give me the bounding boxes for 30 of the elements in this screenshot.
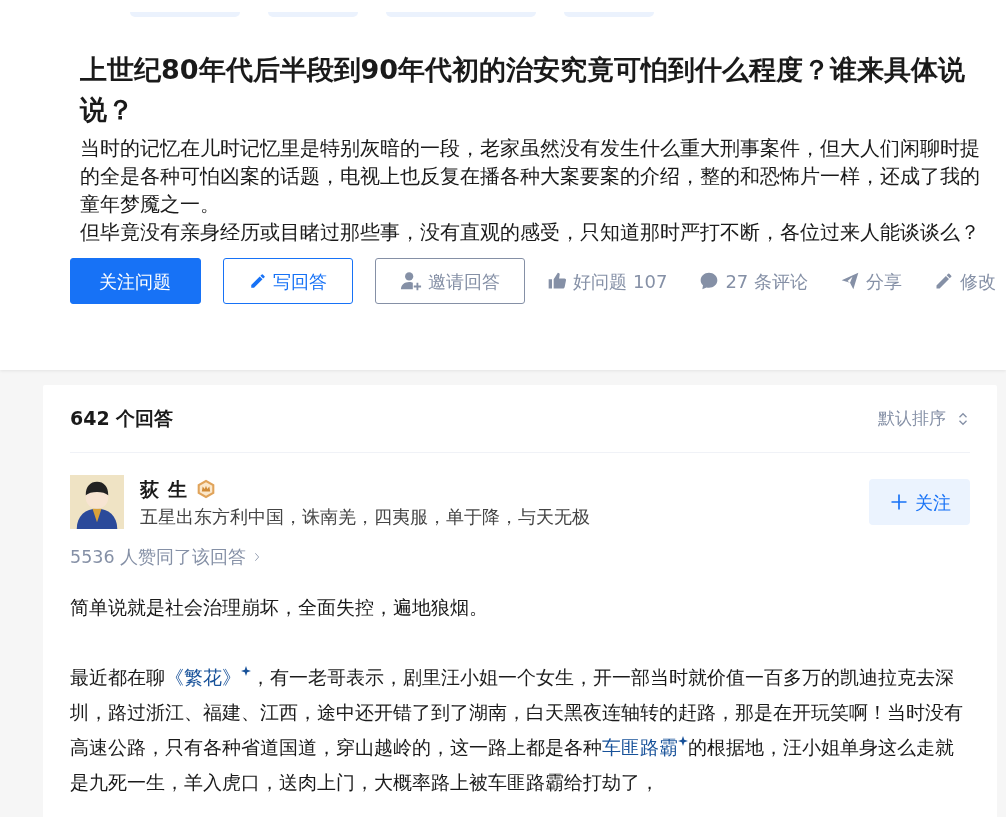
inline-link[interactable]: 《繁花》 [165, 666, 251, 689]
answer-paragraph: 最近都在聊《繁花》 ，有一老哥表示，剧里汪小姐一个女生，开一部当时就价值一百多万的凯迪拉克去深圳，路过浙江、福建、江西，途中还开错了到了湖南，白天黑夜连轴转的赶路，那是在开玩笑啊！当时没有高速公路，只有各种省道国道，穿山越岭的，这一路上都是各种车匪路霸 的根据地，汪小姐单身这么走就是九死一生，羊入虎口，送肉上门，大概率路上被车匪路霸给打劫了， [70, 665, 964, 796]
good-question-button[interactable]: 好问题 107 [547, 267, 668, 295]
upvote-count[interactable]: 5536 人赞同了该回答 [70, 543, 263, 570]
answer-count: 642 个回答 [70, 406, 174, 432]
comments-button[interactable]: 27 条评论 [699, 267, 808, 295]
paper-plane-icon [840, 271, 860, 291]
pencil-icon [934, 271, 954, 291]
pencil-icon [248, 272, 267, 290]
question-title: 上世纪80年代后半段到90年代初的治安究竟可怕到什么程度？谁来具体说说？ [80, 53, 967, 127]
sort-dropdown[interactable]: 默认排序 [878, 405, 970, 432]
follow-button[interactable]: 关注 [869, 479, 970, 526]
question-description: 当时的记忆在儿时记忆里是特别灰暗的一段，老家虽然没有发生什么重大刑事案件，但大人们闲聊时提的全是各种可怕凶案的话题，电视上也反复在播各种大案要案的介绍，整的和恐怖片一样，还成了我的童年梦魇之一。 [80, 135, 981, 218]
sparkle-icon [241, 666, 251, 676]
badge-icon [195, 479, 216, 500]
avatar-drawing [70, 475, 124, 530]
answer-paragraph: 简单说就是社会治理崩坏，全面失控，遍地狼烟。 [70, 595, 489, 621]
sparkle-icon [678, 736, 688, 746]
author-bio: 五星出东方利中国，诛南羌，四夷服，单于降，与天无极 [140, 505, 590, 529]
share-button[interactable]: 分享 [840, 267, 902, 295]
person-add-icon [400, 270, 423, 292]
invite-answer-button[interactable]: 邀请回答 [375, 258, 526, 304]
question-description: 但毕竟没有亲身经历或目睹过那些事，没有直观的感受，只知道那时严打不断，各位过来人能谈谈么？ [80, 219, 981, 246]
inline-link[interactable]: 车匪路霸 [602, 736, 688, 759]
follow-question-button[interactable]: 关注问题 [70, 258, 201, 304]
speech-bubble-icon [699, 271, 720, 291]
write-answer-button[interactable]: 写回答 [222, 258, 354, 304]
edit-button[interactable]: 修改 [934, 267, 996, 295]
author-name: 荻 生 [140, 477, 188, 502]
thumbs-up-icon [547, 271, 568, 291]
